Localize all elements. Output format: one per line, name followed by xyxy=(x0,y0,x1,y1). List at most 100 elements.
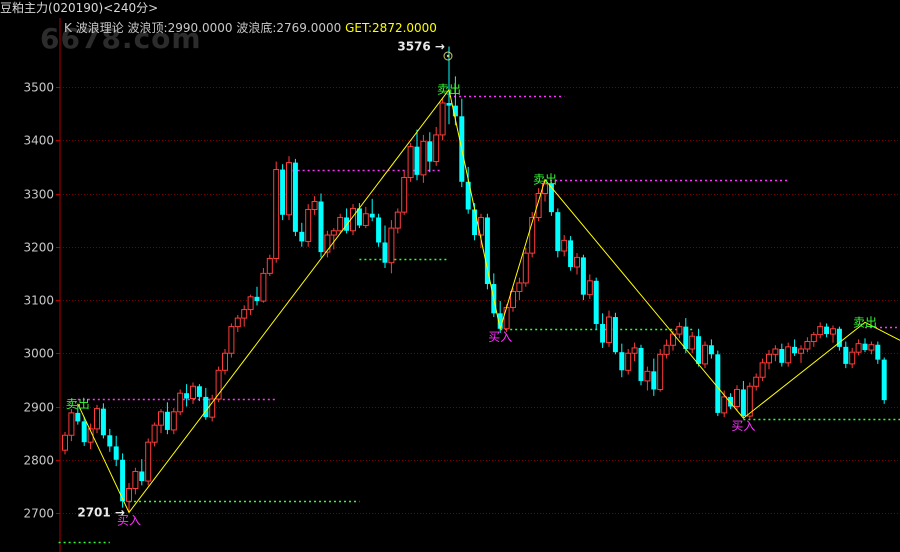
candle-body[interactable] xyxy=(696,336,702,364)
candle-body[interactable] xyxy=(113,446,119,460)
candle-body[interactable] xyxy=(446,102,452,106)
candle-body[interactable] xyxy=(299,231,305,242)
candle-body[interactable] xyxy=(280,169,286,215)
candle-body[interactable] xyxy=(753,376,760,387)
candle-body[interactable] xyxy=(676,326,683,335)
candle-body[interactable] xyxy=(555,212,561,252)
candle-body[interactable] xyxy=(855,343,862,353)
candle-body[interactable] xyxy=(817,326,824,336)
candle-body[interactable] xyxy=(145,441,152,482)
candle-body[interactable] xyxy=(849,351,856,365)
candle-body[interactable] xyxy=(388,227,395,264)
candle-body[interactable] xyxy=(472,209,478,236)
candle-body[interactable] xyxy=(170,411,177,431)
candle-body[interactable] xyxy=(580,257,586,295)
candlestick-chart[interactable]: 270028002900300031003200330034003500卖出卖出… xyxy=(0,0,900,552)
indicator-name[interactable]: 波浪理论 xyxy=(76,21,124,35)
candle-body[interactable] xyxy=(68,412,75,436)
candle-body[interactable] xyxy=(81,421,87,443)
candle-body[interactable] xyxy=(810,334,817,343)
candle-body[interactable] xyxy=(394,211,401,229)
candle-body[interactable] xyxy=(107,435,113,447)
candle-body[interactable] xyxy=(721,396,728,414)
candle-body[interactable] xyxy=(414,146,420,175)
candle-body[interactable] xyxy=(164,411,170,430)
candle-body[interactable] xyxy=(586,280,593,296)
candle-body[interactable] xyxy=(734,388,740,407)
candle-body[interactable] xyxy=(663,344,670,355)
candle-body[interactable] xyxy=(548,183,554,213)
candle-body[interactable] xyxy=(62,434,68,451)
candle-body[interactable] xyxy=(241,309,248,319)
candle-body[interactable] xyxy=(337,216,344,232)
candle-body[interactable] xyxy=(75,412,81,422)
candle-body[interactable] xyxy=(362,213,369,226)
candle-body[interactable] xyxy=(510,290,516,308)
candle-body[interactable] xyxy=(139,471,145,482)
candle-body[interactable] xyxy=(503,306,510,330)
candle-body[interactable] xyxy=(260,272,267,302)
candle-body[interactable] xyxy=(657,353,664,390)
candle-body[interactable] xyxy=(600,323,606,343)
candle-body[interactable] xyxy=(318,201,324,253)
candle-body[interactable] xyxy=(344,217,350,231)
candle-body[interactable] xyxy=(625,352,632,371)
candle-body[interactable] xyxy=(228,326,235,354)
candle-body[interactable] xyxy=(286,162,292,216)
candle-body[interactable] xyxy=(683,326,689,349)
candle-body[interactable] xyxy=(644,370,651,382)
candle-body[interactable] xyxy=(638,347,644,381)
candle-body[interactable] xyxy=(522,252,529,284)
candle-body[interactable] xyxy=(196,386,202,397)
candle-body[interactable] xyxy=(875,344,881,360)
candle-body[interactable] xyxy=(427,141,433,162)
candle-body[interactable] xyxy=(439,102,446,136)
candle-body[interactable] xyxy=(382,242,388,263)
candle-body[interactable] xyxy=(651,371,657,390)
candle-body[interactable] xyxy=(843,346,849,364)
candle-body[interactable] xyxy=(759,362,766,378)
candle-body[interactable] xyxy=(311,200,318,210)
candle-body[interactable] xyxy=(433,134,440,163)
candle-body[interactable] xyxy=(247,296,254,311)
candle-body[interactable] xyxy=(273,169,280,259)
candle-body[interactable] xyxy=(830,328,836,335)
candle-body[interactable] xyxy=(606,316,612,344)
candle-body[interactable] xyxy=(151,424,158,443)
candle-body[interactable] xyxy=(862,343,868,351)
candle-body[interactable] xyxy=(689,335,696,350)
candle-body[interactable] xyxy=(94,408,100,430)
candle-body[interactable] xyxy=(126,488,132,502)
candle-body[interactable] xyxy=(420,140,427,176)
candle-body[interactable] xyxy=(804,341,811,350)
candle-body[interactable] xyxy=(593,280,599,324)
candle-body[interactable] xyxy=(574,256,580,268)
candle-body[interactable] xyxy=(772,348,779,355)
candle-body[interactable] xyxy=(254,296,260,302)
candle-body[interactable] xyxy=(708,345,714,355)
candle-body[interactable] xyxy=(561,239,568,252)
candle-body[interactable] xyxy=(824,326,830,335)
candle-body[interactable] xyxy=(792,346,798,354)
candle-body[interactable] xyxy=(779,348,785,363)
candle-body[interactable] xyxy=(407,146,414,179)
candle-body[interactable] xyxy=(868,344,875,351)
candle-body[interactable] xyxy=(100,408,106,436)
candle-body[interactable] xyxy=(184,393,190,399)
candle-body[interactable] xyxy=(619,352,625,371)
candle-body[interactable] xyxy=(516,282,523,292)
candle-body[interactable] xyxy=(292,162,298,232)
candle-body[interactable] xyxy=(190,385,196,400)
candle-body[interactable] xyxy=(266,257,273,274)
candle-body[interactable] xyxy=(568,240,574,267)
candle-body[interactable] xyxy=(305,208,312,242)
candle-body[interactable] xyxy=(785,346,792,364)
candle-body[interactable] xyxy=(631,347,638,354)
candle-body[interactable] xyxy=(798,348,804,354)
candle-body[interactable] xyxy=(234,317,241,328)
candle-body[interactable] xyxy=(158,411,164,426)
candle-body[interactable] xyxy=(369,213,375,218)
candle-body[interactable] xyxy=(740,389,746,417)
candle-body[interactable] xyxy=(376,217,382,243)
candle-body[interactable] xyxy=(715,354,721,413)
